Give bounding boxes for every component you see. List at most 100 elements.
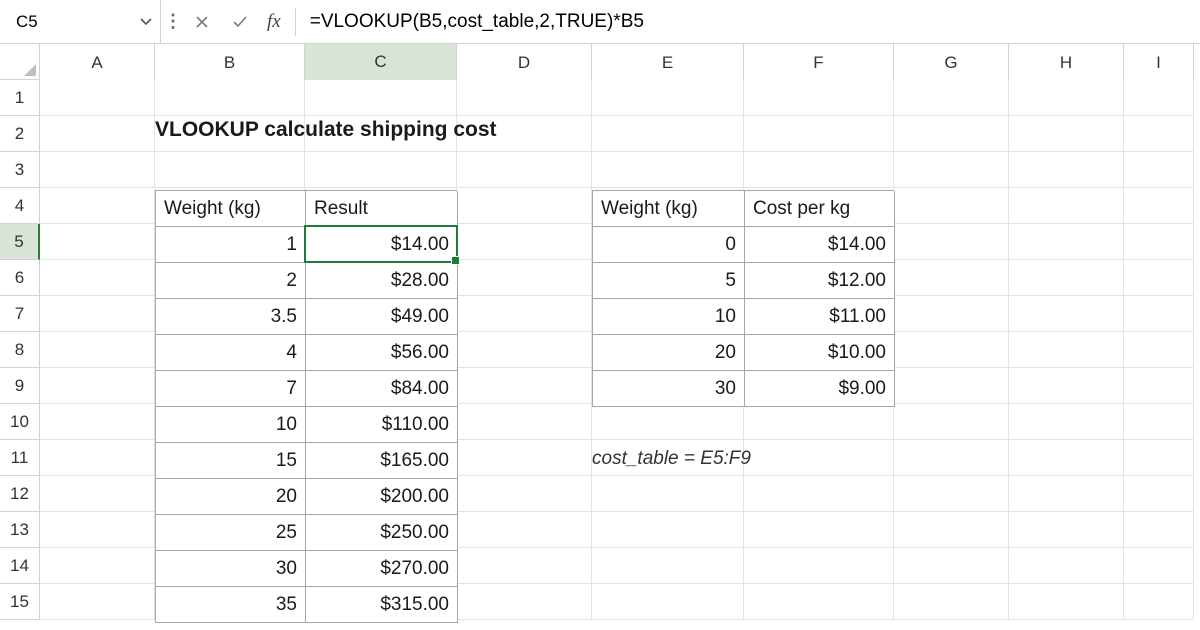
cell-D6[interactable] <box>457 260 592 296</box>
cell-A7[interactable] <box>40 296 155 332</box>
table-row[interactable]: 30 <box>156 551 306 587</box>
cell-F13[interactable] <box>744 512 894 548</box>
cell-H4[interactable] <box>1009 188 1124 224</box>
cell-G8[interactable] <box>894 332 1009 368</box>
cell-I8[interactable] <box>1124 332 1194 368</box>
cell-I9[interactable] <box>1124 368 1194 404</box>
cell-H6[interactable] <box>1009 260 1124 296</box>
table-row[interactable]: $165.00 <box>306 443 458 479</box>
cell-G12[interactable] <box>894 476 1009 512</box>
row-head-9[interactable]: 9 <box>0 368 40 404</box>
col-head-H[interactable]: H <box>1009 44 1124 82</box>
cancel-icon[interactable] <box>189 9 215 35</box>
chevron-down-icon[interactable] <box>136 12 156 32</box>
table-row[interactable]: $14.00 <box>306 227 458 263</box>
cell-G15[interactable] <box>894 584 1009 620</box>
cell-A12[interactable] <box>40 476 155 512</box>
cell-I7[interactable] <box>1124 296 1194 332</box>
cell-F15[interactable] <box>744 584 894 620</box>
cell-E15[interactable] <box>592 584 744 620</box>
row-head-10[interactable]: 10 <box>0 404 40 440</box>
cell-E13[interactable] <box>592 512 744 548</box>
cell-E12[interactable] <box>592 476 744 512</box>
row-head-4[interactable]: 4 <box>0 188 40 224</box>
cell-F10[interactable] <box>744 404 894 440</box>
cell-D3[interactable] <box>457 152 592 188</box>
cell-H1[interactable] <box>1009 80 1124 116</box>
cell-I12[interactable] <box>1124 476 1194 512</box>
cell-F3[interactable] <box>744 152 894 188</box>
cell-D11[interactable] <box>457 440 592 476</box>
cell-C1[interactable] <box>305 80 457 116</box>
cell-D10[interactable] <box>457 404 592 440</box>
col-head-G[interactable]: G <box>894 44 1009 82</box>
cell-A11[interactable] <box>40 440 155 476</box>
table-row[interactable]: 15 <box>156 443 306 479</box>
table-row[interactable]: 10 <box>593 299 745 335</box>
col-head-B[interactable]: B <box>155 44 305 82</box>
cell-E1[interactable] <box>592 80 744 116</box>
table-row[interactable]: 4 <box>156 335 306 371</box>
cell-F2[interactable] <box>744 116 894 152</box>
row-head-14[interactable]: 14 <box>0 548 40 584</box>
cell-H2[interactable] <box>1009 116 1124 152</box>
cell-A6[interactable] <box>40 260 155 296</box>
cell-D7[interactable] <box>457 296 592 332</box>
row-head-12[interactable]: 12 <box>0 476 40 512</box>
cell-A5[interactable] <box>40 224 155 260</box>
cell-D4[interactable] <box>457 188 592 224</box>
fx-icon[interactable]: fx <box>265 11 285 33</box>
table-row[interactable]: $11.00 <box>745 299 895 335</box>
cell-D9[interactable] <box>457 368 592 404</box>
cell-F14[interactable] <box>744 548 894 584</box>
table-row[interactable]: $84.00 <box>306 371 458 407</box>
cell-H5[interactable] <box>1009 224 1124 260</box>
table-row[interactable]: 20 <box>156 479 306 515</box>
table-row[interactable]: 35 <box>156 587 306 623</box>
table-row[interactable]: $56.00 <box>306 335 458 371</box>
cell-F11[interactable] <box>744 440 894 476</box>
table-row[interactable]: 30 <box>593 371 745 407</box>
cell-I2[interactable] <box>1124 116 1194 152</box>
cell-I10[interactable] <box>1124 404 1194 440</box>
cell-G1[interactable] <box>894 80 1009 116</box>
cell-G4[interactable] <box>894 188 1009 224</box>
cell-F1[interactable] <box>744 80 894 116</box>
cell-A9[interactable] <box>40 368 155 404</box>
cell-G3[interactable] <box>894 152 1009 188</box>
cell-I14[interactable] <box>1124 548 1194 584</box>
row-head-5[interactable]: 5 <box>0 224 40 260</box>
table-row[interactable]: $14.00 <box>745 227 895 263</box>
table-row[interactable]: $110.00 <box>306 407 458 443</box>
row-head-2[interactable]: 2 <box>0 116 40 152</box>
cell-H9[interactable] <box>1009 368 1124 404</box>
cell-I4[interactable] <box>1124 188 1194 224</box>
cell-H3[interactable] <box>1009 152 1124 188</box>
cell-H12[interactable] <box>1009 476 1124 512</box>
cell-A14[interactable] <box>40 548 155 584</box>
cell-G6[interactable] <box>894 260 1009 296</box>
col-head-C[interactable]: C <box>305 44 457 82</box>
cell-F12[interactable] <box>744 476 894 512</box>
cell-H15[interactable] <box>1009 584 1124 620</box>
col-head-I[interactable]: I <box>1124 44 1194 82</box>
cell-G7[interactable] <box>894 296 1009 332</box>
table-row[interactable]: 5 <box>593 263 745 299</box>
table-row[interactable]: 3.5 <box>156 299 306 335</box>
table-row[interactable]: $250.00 <box>306 515 458 551</box>
enter-check-icon[interactable] <box>227 9 253 35</box>
cell-A3[interactable] <box>40 152 155 188</box>
cell-E10[interactable] <box>592 404 744 440</box>
cell-I13[interactable] <box>1124 512 1194 548</box>
table-row[interactable]: $28.00 <box>306 263 458 299</box>
cell-I3[interactable] <box>1124 152 1194 188</box>
table-row[interactable]: 10 <box>156 407 306 443</box>
cell-A13[interactable] <box>40 512 155 548</box>
row-head-13[interactable]: 13 <box>0 512 40 548</box>
name-box[interactable] <box>10 7 136 37</box>
cell-H14[interactable] <box>1009 548 1124 584</box>
cell-A4[interactable] <box>40 188 155 224</box>
cell-H8[interactable] <box>1009 332 1124 368</box>
cell-E2[interactable] <box>592 116 744 152</box>
row-head-7[interactable]: 7 <box>0 296 40 332</box>
